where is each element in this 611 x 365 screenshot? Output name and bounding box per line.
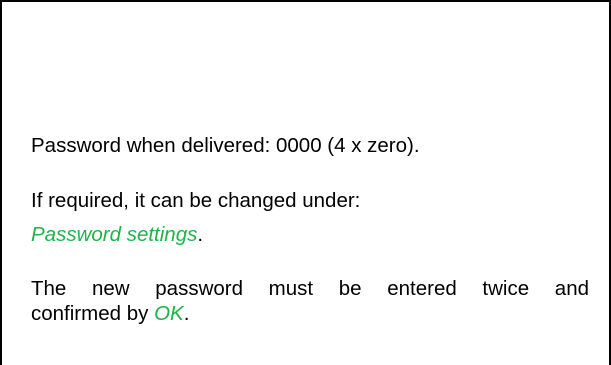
- new-password-instructions-line2: confirmed by OK.: [31, 302, 190, 325]
- new-password-instructions-line1: The new password must be entered twice a…: [31, 277, 589, 300]
- password-settings-link[interactable]: Password settings: [31, 223, 197, 246]
- confirm-period: .: [183, 302, 190, 325]
- ok-reference[interactable]: OK: [154, 302, 184, 325]
- confirm-prefix: confirmed by: [31, 302, 155, 325]
- password-settings-reference: Password settings.: [31, 223, 204, 246]
- new-password-line1: The new password must be entered twice a…: [31, 277, 589, 300]
- password-settings-period: .: [197, 223, 204, 246]
- delivery-password-text: Password when delivered: 0000 (4 x zero)…: [31, 134, 420, 157]
- change-instructions-line: If required, it can be changed under:: [31, 189, 361, 212]
- delivery-password-line: Password when delivered: 0000 (4 x zero)…: [31, 134, 420, 157]
- change-instructions-text: If required, it can be changed under:: [31, 189, 361, 212]
